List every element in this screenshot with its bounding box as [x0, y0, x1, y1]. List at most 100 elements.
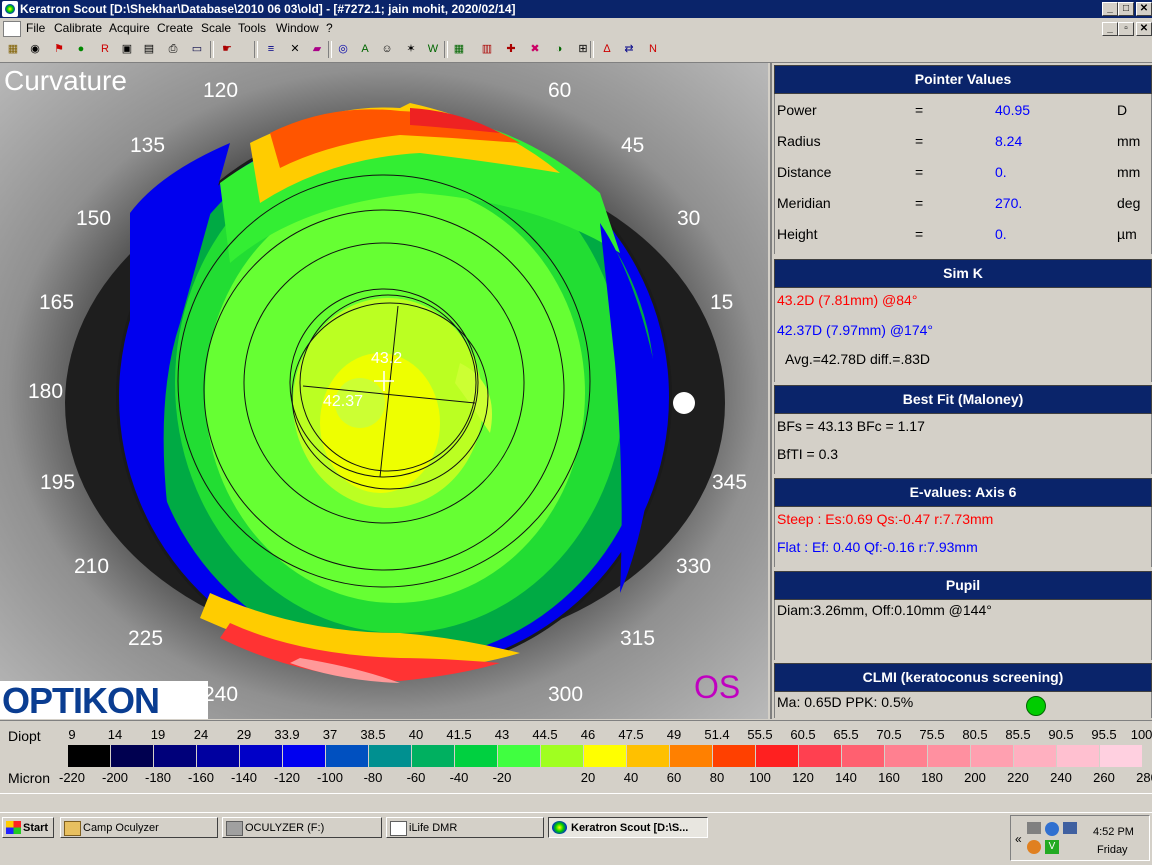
target-icon[interactable]: ◎: [334, 40, 352, 58]
hand-icon[interactable]: ☛: [218, 40, 236, 58]
menu-scale[interactable]: Scale: [201, 21, 231, 35]
angle-label-345: 345: [712, 471, 748, 494]
diopt-value: 29: [236, 727, 252, 742]
table-icon[interactable]: ▥: [478, 40, 496, 58]
micron-value: 240: [1050, 770, 1072, 785]
taskbar-item-ilife-dmr[interactable]: iLife DMR: [386, 817, 544, 838]
network-icon[interactable]: [1045, 822, 1059, 836]
r-icon[interactable]: R: [96, 40, 114, 58]
equal-icon[interactable]: ≡: [262, 40, 280, 58]
micron-value: -200: [101, 770, 129, 785]
close-button[interactable]: ✕: [1136, 2, 1152, 16]
clock-time[interactable]: 4:52 PM: [1093, 826, 1134, 838]
micron-value: -140: [230, 770, 258, 785]
pointer-unit-distance: mm: [1117, 164, 1141, 180]
color-swatch: [412, 745, 455, 767]
minimize-button[interactable]: _: [1102, 2, 1118, 16]
diopt-value: 46: [580, 727, 596, 742]
menu-calibrate[interactable]: Calibrate: [54, 21, 102, 35]
color-swatch: [1057, 745, 1100, 767]
child-minimize-button[interactable]: _: [1102, 22, 1118, 36]
book-icon[interactable]: ▰: [308, 40, 326, 58]
child-restore-button[interactable]: ▫: [1118, 22, 1134, 36]
window-title: Keratron Scout [D:\Shekhar\Database\2010…: [20, 2, 516, 16]
pointer-value-meridian: 270.: [995, 195, 1023, 211]
color-swatch: [627, 745, 670, 767]
menu-tools[interactable]: Tools: [238, 21, 266, 35]
topography-map[interactable]: [0, 63, 768, 719]
pointer-unit-power: D: [1117, 102, 1128, 118]
taskbar-item-oculyzer-drive[interactable]: OCULYZER (F:): [222, 817, 382, 838]
diopt-value: 9: [68, 727, 76, 742]
app-icon[interactable]: [2, 1, 18, 17]
pointer-label-meridian: Meridian: [777, 195, 831, 211]
menu-file[interactable]: File: [26, 21, 45, 35]
monitor-icon[interactable]: [1063, 822, 1077, 834]
micron-value: -160: [187, 770, 215, 785]
diopt-value: 40: [408, 727, 424, 742]
title-bar[interactable]: Keratron Scout [D:\Shekhar\Database\2010…: [0, 0, 1152, 18]
a-icon[interactable]: A: [356, 40, 374, 58]
diopt-value: 85.5: [1005, 727, 1031, 742]
menu-acquire[interactable]: Acquire: [109, 21, 150, 35]
open-patient-icon[interactable]: ▦: [4, 40, 22, 58]
antivirus-icon[interactable]: V: [1045, 840, 1059, 854]
diopt-value: 19: [150, 727, 166, 742]
maximize-button[interactable]: □: [1118, 2, 1134, 16]
axis-icon[interactable]: ✚: [502, 40, 520, 58]
save-all-icon[interactable]: ▤: [140, 40, 158, 58]
eye-icon[interactable]: ◑: [550, 40, 568, 58]
n-icon[interactable]: N: [644, 40, 662, 58]
diopt-label: Diopt: [8, 728, 41, 744]
color-swatch: [1100, 745, 1143, 767]
cross-icon[interactable]: ✕: [286, 40, 304, 58]
start-button[interactable]: Start: [2, 817, 54, 838]
camera-icon[interactable]: ◉: [26, 40, 44, 58]
monitor-icon[interactable]: ▭: [188, 40, 206, 58]
eye-x-icon[interactable]: ✖: [526, 40, 544, 58]
child-close-button[interactable]: ✕: [1136, 22, 1152, 36]
color-swatch: [713, 745, 756, 767]
status-bar: [0, 793, 1152, 812]
angle-label-210: 210: [74, 555, 110, 578]
sim-k-panel: Sim K 43.2D (7.81mm) @84° 42.37D (7.97mm…: [774, 259, 1152, 382]
printer-icon[interactable]: [1027, 822, 1041, 834]
document-icon[interactable]: [3, 21, 21, 37]
angle-label-45: 45: [621, 134, 645, 157]
best-fit-header: Best Fit (Maloney): [774, 385, 1152, 414]
w-icon[interactable]: W: [424, 40, 442, 58]
color-swatch: [885, 745, 928, 767]
walker-icon[interactable]: ✶: [402, 40, 420, 58]
diopt-value: 80.5: [962, 727, 988, 742]
tray-expand-chevron[interactable]: «: [1015, 832, 1022, 846]
menu-create[interactable]: Create: [157, 21, 193, 35]
curvature-map-panel[interactable]: Curvature 43.2 42.37 120 60 135 45 150 30 165 1…: [0, 63, 768, 719]
reader-icon[interactable]: ☺: [378, 40, 396, 58]
diopt-value: 95.5: [1091, 727, 1117, 742]
micron-value: -20: [492, 770, 512, 785]
micron-value: 80: [709, 770, 725, 785]
diopt-value: 100.5: [1130, 727, 1152, 742]
taskbar-item-camp-oculyzer[interactable]: Camp Oculyzer: [60, 817, 218, 838]
diopt-value: 90.5: [1048, 727, 1074, 742]
grid-icon[interactable]: ▦: [450, 40, 468, 58]
print-icon[interactable]: ⎙: [164, 40, 182, 58]
color-swatch: [756, 745, 799, 767]
angle-label-15: 15: [710, 291, 734, 314]
globe-icon[interactable]: ●: [72, 40, 90, 58]
micron-value: 100: [749, 770, 771, 785]
abc-icon[interactable]: ∆: [598, 40, 616, 58]
update-icon[interactable]: [1027, 840, 1041, 854]
flag-icon[interactable]: ⚑: [50, 40, 68, 58]
menu-window[interactable]: Window: [276, 21, 319, 35]
micron-value: 40: [623, 770, 639, 785]
arrows-icon[interactable]: ⇄: [620, 40, 638, 58]
pointer-equals: =: [915, 226, 924, 242]
taskbar-item-keratron-scout[interactable]: Keratron Scout [D:\S...: [548, 817, 708, 838]
save-icon[interactable]: ▣: [118, 40, 136, 58]
angle-label-135: 135: [130, 134, 166, 157]
micron-value: 280: [1136, 770, 1152, 785]
angle-label-30: 30: [677, 207, 701, 230]
center-flat-value: 42.37: [323, 393, 364, 410]
menu-help[interactable]: ?: [326, 21, 333, 35]
